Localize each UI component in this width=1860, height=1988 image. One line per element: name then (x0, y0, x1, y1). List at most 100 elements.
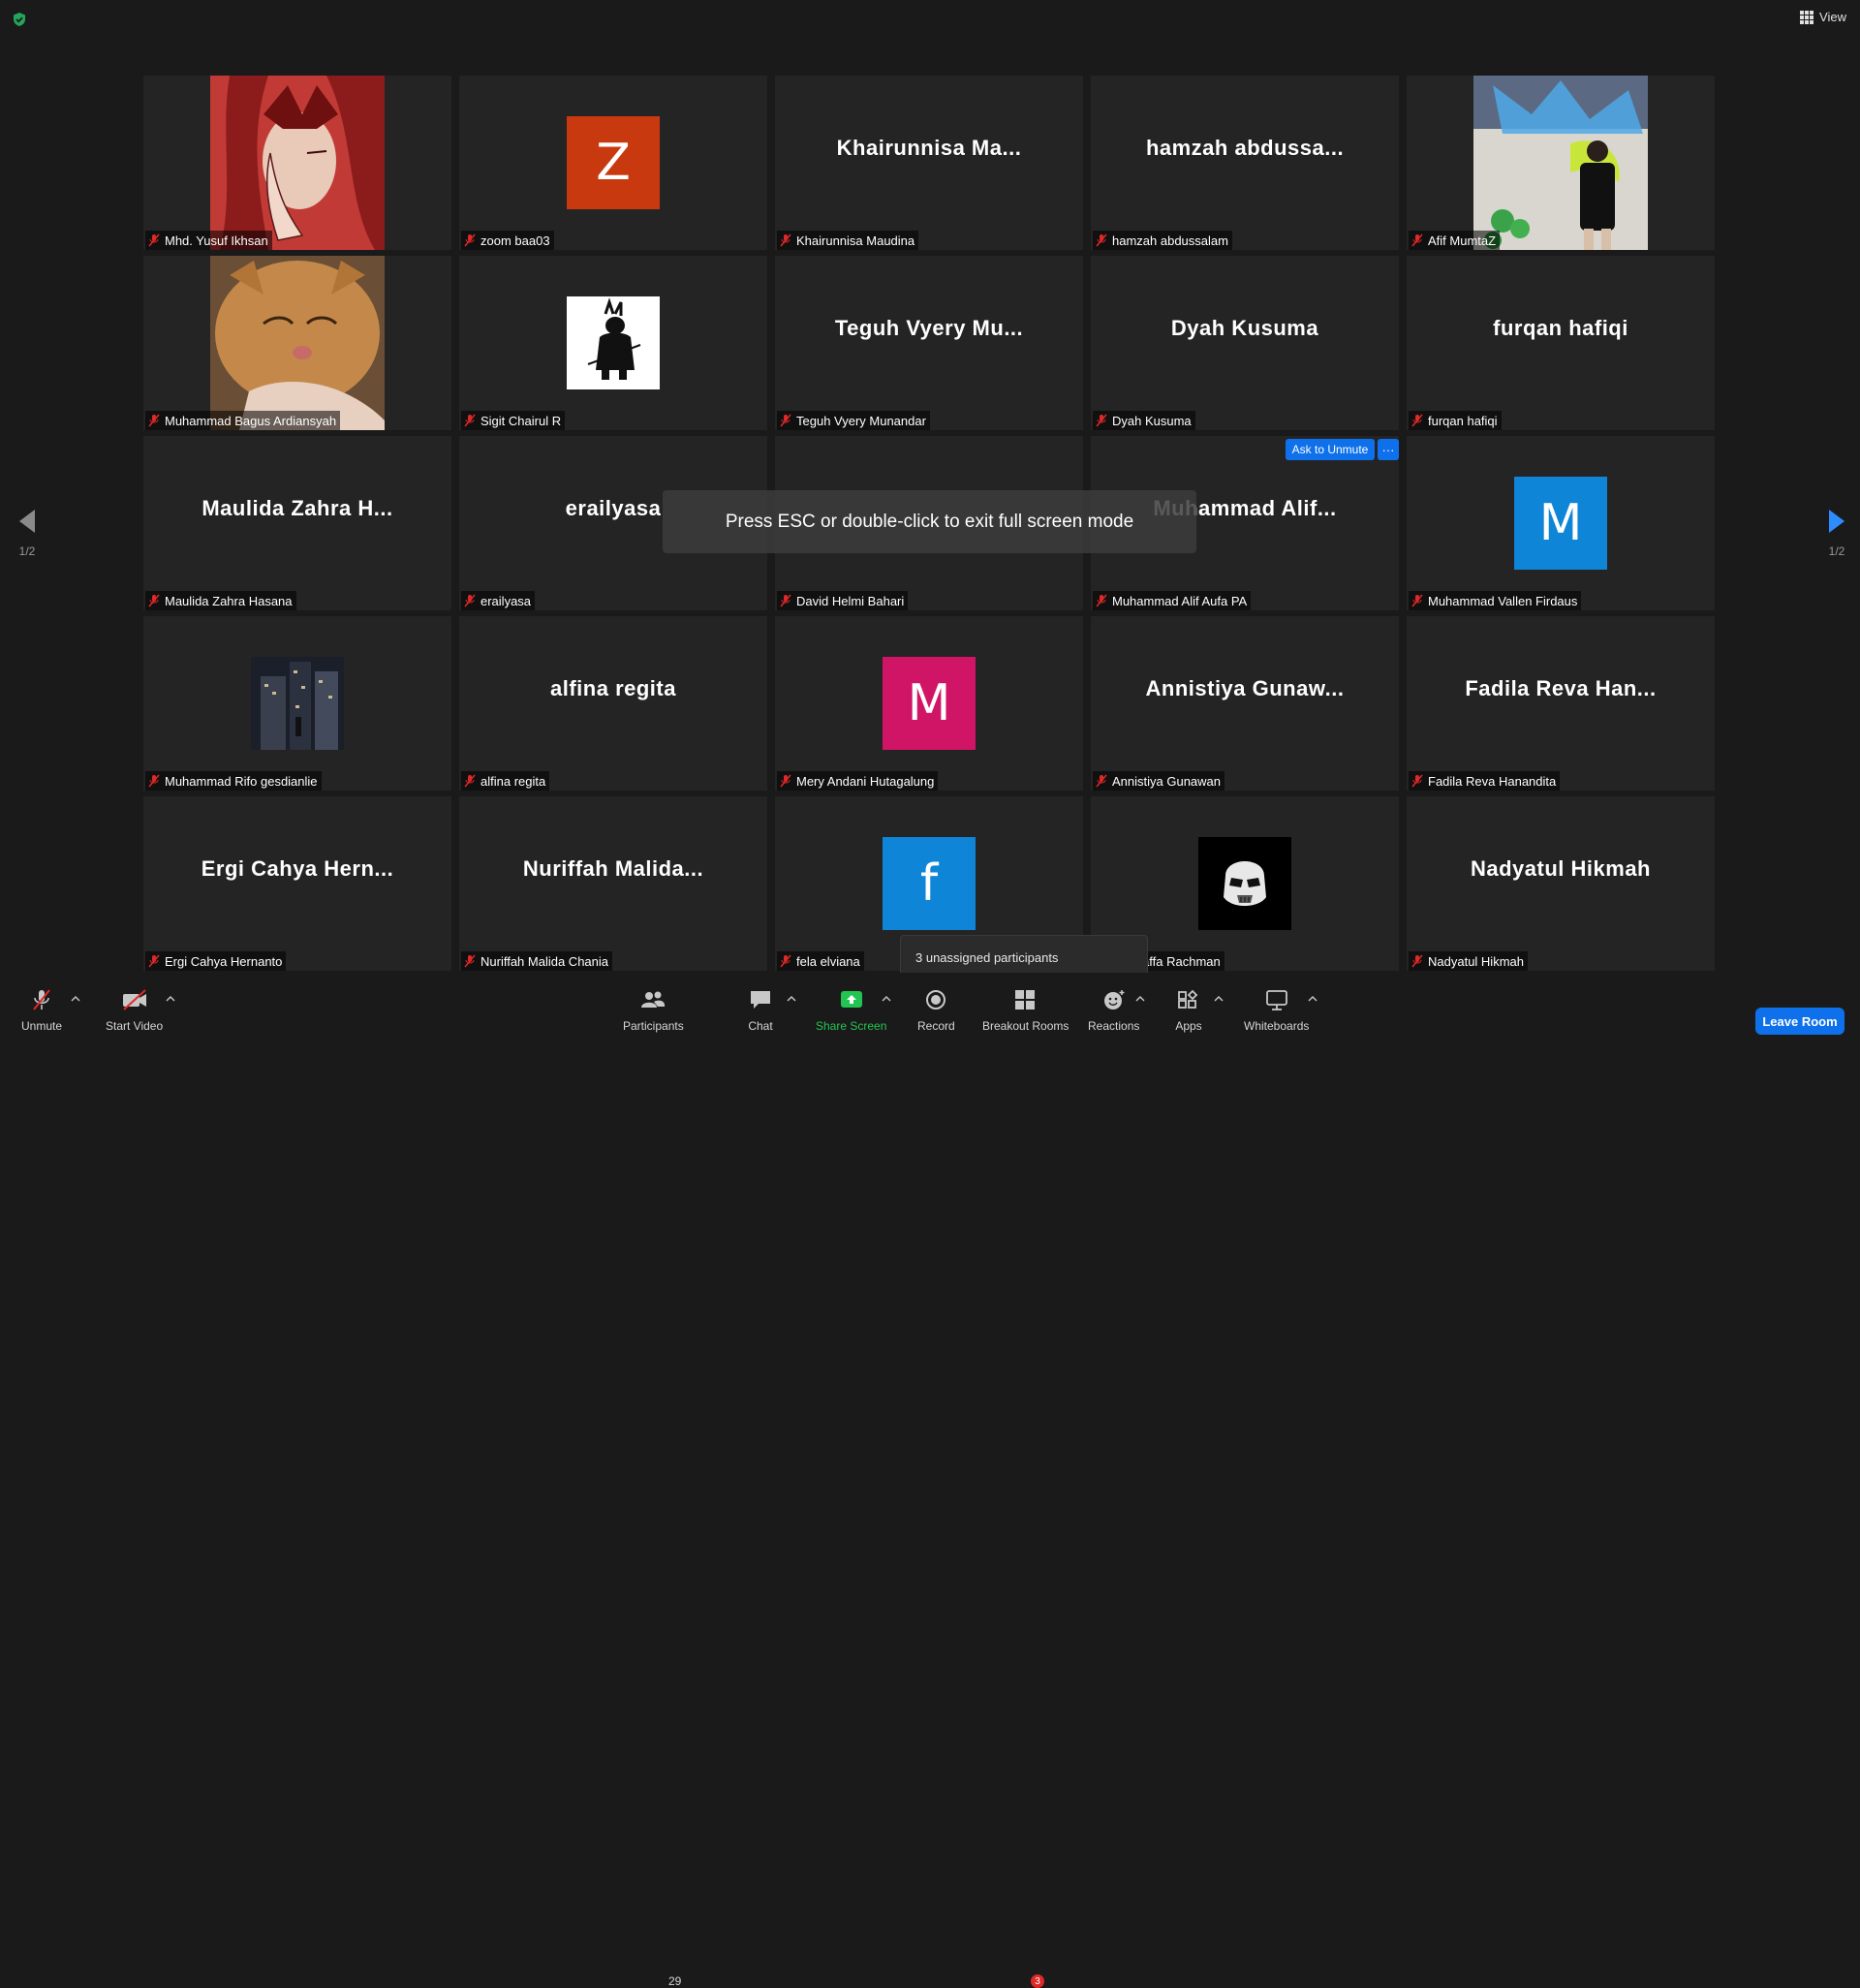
video-tile[interactable]: Teguh Vyery Mu... Teguh Vyery Munandar (775, 256, 1083, 430)
video-tile[interactable]: Fadila Reva Han... Fadila Reva Hanandita (1407, 616, 1715, 791)
participant-display-name: Dyah Kusuma (1170, 316, 1319, 340)
participant-name-label: erailyasa (461, 591, 536, 610)
muted-mic-icon (464, 594, 476, 607)
participants-button[interactable]: Participants (623, 988, 684, 1033)
muted-mic-icon (1096, 414, 1107, 427)
meeting-toolbar: Unmute Start Video Participants 29 Chat … (0, 973, 1860, 1988)
participant-name-label: Nuriffah Malida Chania (461, 951, 612, 971)
prev-page-indicator: 1/2 (18, 544, 36, 558)
participant-name-label: Nadyatul Hikmah (1409, 951, 1528, 971)
participant-name-label: Sigit Chairul R (461, 411, 566, 430)
profile-photo (1473, 76, 1648, 250)
reactions-options-caret-icon[interactable] (1135, 994, 1145, 1004)
muted-mic-icon (464, 233, 476, 247)
participant-display-name: Teguh Vyery Mu... (834, 316, 1024, 340)
video-tile[interactable]: Muhammad Bagus Ardiansyah (143, 256, 451, 430)
share-options-caret-icon[interactable] (882, 994, 891, 1004)
grid-view-icon (1800, 10, 1814, 24)
view-button[interactable]: View (1800, 10, 1846, 24)
participant-name-label: David Helmi Bahari (777, 591, 909, 610)
leave-room-button[interactable]: Leave Room (1755, 1008, 1844, 1035)
muted-mic-icon (464, 774, 476, 788)
participant-display-name: Khairunnisa Ma... (836, 136, 1022, 160)
breakout-rooms-label: Breakout Rooms (982, 1019, 1070, 1033)
fullscreen-exit-tooltip: Press ESC or double-click to exit full s… (663, 490, 1196, 553)
participant-name-label: Teguh Vyery Munandar (777, 411, 930, 430)
reactions-button[interactable]: Reactions (1088, 988, 1139, 1033)
participant-name-label: Annistiya Gunawan (1093, 771, 1225, 791)
video-tile[interactable]: M Muhammad Vallen Firdaus (1407, 436, 1715, 610)
video-tile[interactable]: Annistiya Gunaw... Annistiya Gunawan (1091, 616, 1399, 791)
participant-name-label: Maulida Zahra Hasana (145, 591, 296, 610)
apps-button[interactable]: Apps (1175, 988, 1202, 1033)
video-tile[interactable]: M Mery Andani Hutagalung (775, 616, 1083, 791)
ask-to-unmute-button[interactable]: Ask to Unmute (1286, 439, 1375, 460)
chat-button[interactable]: Chat (747, 988, 774, 1033)
chevron-left-icon (19, 510, 35, 533)
apps-label: Apps (1175, 1019, 1202, 1033)
profile-photo (1198, 837, 1291, 930)
chat-options-caret-icon[interactable] (787, 994, 796, 1004)
profile-photo (251, 657, 344, 750)
video-off-camera-icon (122, 989, 146, 1010)
muted-mic-icon (1411, 414, 1423, 427)
video-options-caret-icon[interactable] (166, 994, 175, 1004)
participant-display-name: Fadila Reva Han... (1465, 676, 1657, 700)
participant-display-name: Nadyatul Hikmah (1471, 856, 1651, 881)
avatar-initial: f (883, 837, 976, 930)
share-screen-button[interactable]: Share Screen (816, 988, 886, 1033)
next-page-nav[interactable]: 1/2 (1827, 508, 1846, 558)
video-tile[interactable]: Nadyatul Hikmah Nadyatul Hikmah (1407, 796, 1715, 971)
start-video-button[interactable]: Start Video (106, 988, 163, 1033)
participant-name-label: Muhammad Rifo gesdianlie (145, 771, 322, 791)
video-tile[interactable]: Z zoom baa03 (459, 76, 767, 250)
view-label: View (1819, 10, 1846, 24)
muted-mic-icon (148, 954, 160, 968)
video-tile[interactable]: alfina regita alfina regita (459, 616, 767, 791)
start-video-label: Start Video (106, 1019, 164, 1033)
whiteboards-options-caret-icon[interactable] (1308, 994, 1318, 1004)
participant-name-label: Dyah Kusuma (1093, 411, 1195, 430)
security-shield-icon[interactable] (12, 12, 27, 27)
participant-name-label: Muhammad Vallen Firdaus (1409, 591, 1582, 610)
video-tile[interactable]: Muhammad Rifo gesdianlie (143, 616, 451, 791)
video-tile[interactable]: Ergi Cahya Hern... Ergi Cahya Hernanto (143, 796, 451, 971)
video-tile[interactable]: Dyah Kusuma Dyah Kusuma (1091, 256, 1399, 430)
video-tile[interactable]: Sigit Chairul R (459, 256, 767, 430)
video-tile[interactable]: furqan hafiqi furqan hafiqi (1407, 256, 1715, 430)
participant-name-label: Khairunnisa Maudina (777, 231, 919, 250)
video-tile[interactable]: Mhd. Yusuf Ikhsan (143, 76, 451, 250)
muted-mic-icon (148, 774, 160, 788)
apps-icon (1178, 989, 1198, 1009)
video-tile[interactable]: Afif MumtaZ (1407, 76, 1715, 250)
video-tile[interactable]: hamzah abdussa... hamzah abdussalam (1091, 76, 1399, 250)
participant-display-name: Ergi Cahya Hern... (201, 856, 394, 881)
muted-microphone-icon (33, 989, 50, 1010)
record-label: Record (917, 1019, 955, 1033)
video-tile[interactable]: Maulida Zahra H... Maulida Zahra Hasana (143, 436, 451, 610)
participant-display-name: Maulida Zahra H... (202, 496, 393, 520)
unmute-button[interactable]: Unmute (21, 988, 62, 1033)
participant-display-name: Annistiya Gunaw... (1145, 676, 1345, 700)
video-tile[interactable]: Nuriffah Malida... Nuriffah Malida Chani… (459, 796, 767, 971)
video-tile[interactable]: Khairunnisa Ma... Khairunnisa Maudina (775, 76, 1083, 250)
whiteboard-icon (1265, 990, 1287, 1010)
muted-mic-icon (1096, 774, 1107, 788)
apps-options-caret-icon[interactable] (1214, 994, 1224, 1004)
participant-name-label: hamzah abdussalam (1093, 231, 1232, 250)
participants-label: Participants (623, 1019, 684, 1033)
prev-page-nav[interactable]: 1/2 (17, 508, 37, 558)
record-button[interactable]: Record (917, 988, 955, 1033)
whiteboards-button[interactable]: Whiteboards (1244, 988, 1309, 1033)
muted-mic-icon (1411, 954, 1423, 968)
participant-name-label: Muhammad Alif Aufa PA (1093, 591, 1252, 610)
participant-name-label: Muhammad Bagus Ardiansyah (145, 411, 341, 430)
share-screen-icon (840, 991, 862, 1008)
muted-mic-icon (148, 414, 160, 427)
tile-more-options-button[interactable]: ··· (1378, 439, 1399, 460)
participant-name-label: zoom baa03 (461, 231, 554, 250)
audio-options-caret-icon[interactable] (71, 994, 80, 1004)
avatar-initial: Z (567, 116, 660, 209)
participant-name-label: alfina regita (461, 771, 550, 791)
breakout-rooms-button[interactable]: Breakout Rooms (982, 988, 1069, 1033)
